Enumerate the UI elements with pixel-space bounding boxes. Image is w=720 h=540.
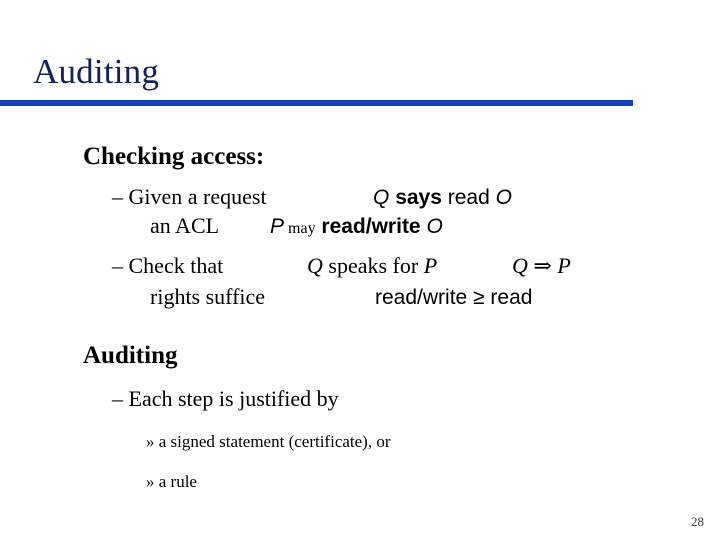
slide: Auditing Checking access: – Given a requ… [0,0,720,540]
notation-readwrite-geq-read: read/write ≥ read [375,284,532,314]
title-underline-rule [0,100,633,106]
implies-arrow-icon: ⇒ [533,253,552,278]
notation-p-may-readwrite-o: P may read/write O [270,213,443,243]
notation-verb-speaks-for: speaks for [328,253,419,278]
bullet-each-step-is-justified-by: – Each step is justified by [112,386,339,411]
notation-object-o2: O [426,215,443,238]
subbullet-signed-statement: » a signed statement (certificate), or [146,432,391,451]
notation-principal-p2: P [423,253,438,278]
notation-right-readwrite: read/write [321,215,421,238]
notation-principal-q3: Q [512,253,528,278]
notation-rights-relation: read/write ≥ read [375,286,533,309]
subbullet-a-rule: » a rule [146,472,197,491]
notation-right-read: read [447,186,490,209]
notation-principal-q2: Q [307,253,323,278]
notation-object-o: O [495,186,512,209]
bullet-check-that: – Check that [112,253,224,278]
notation-verb-says: says [395,186,442,209]
heading-auditing: Auditing [83,342,178,369]
notation-q-says-read-o: Q says read O [373,184,512,214]
page-number: 28 [691,514,704,529]
notation-verb-may: may [288,220,316,237]
notation-q-speaks-for-p: Q speaks for P [307,252,437,280]
notation-principal-q: Q [373,186,390,209]
bullet-an-acl: an ACL [150,213,220,238]
notation-q-implies-p: Q ⇒ P [512,252,571,280]
bullet-rights-suffice: rights suffice [150,284,266,309]
notation-principal-p3: P [557,253,571,278]
slide-title: Auditing [33,52,160,91]
heading-checking-access: Checking access: [83,143,265,170]
bullet-given-a-request: – Given a request [112,184,267,209]
notation-principal-p: P [270,215,285,238]
